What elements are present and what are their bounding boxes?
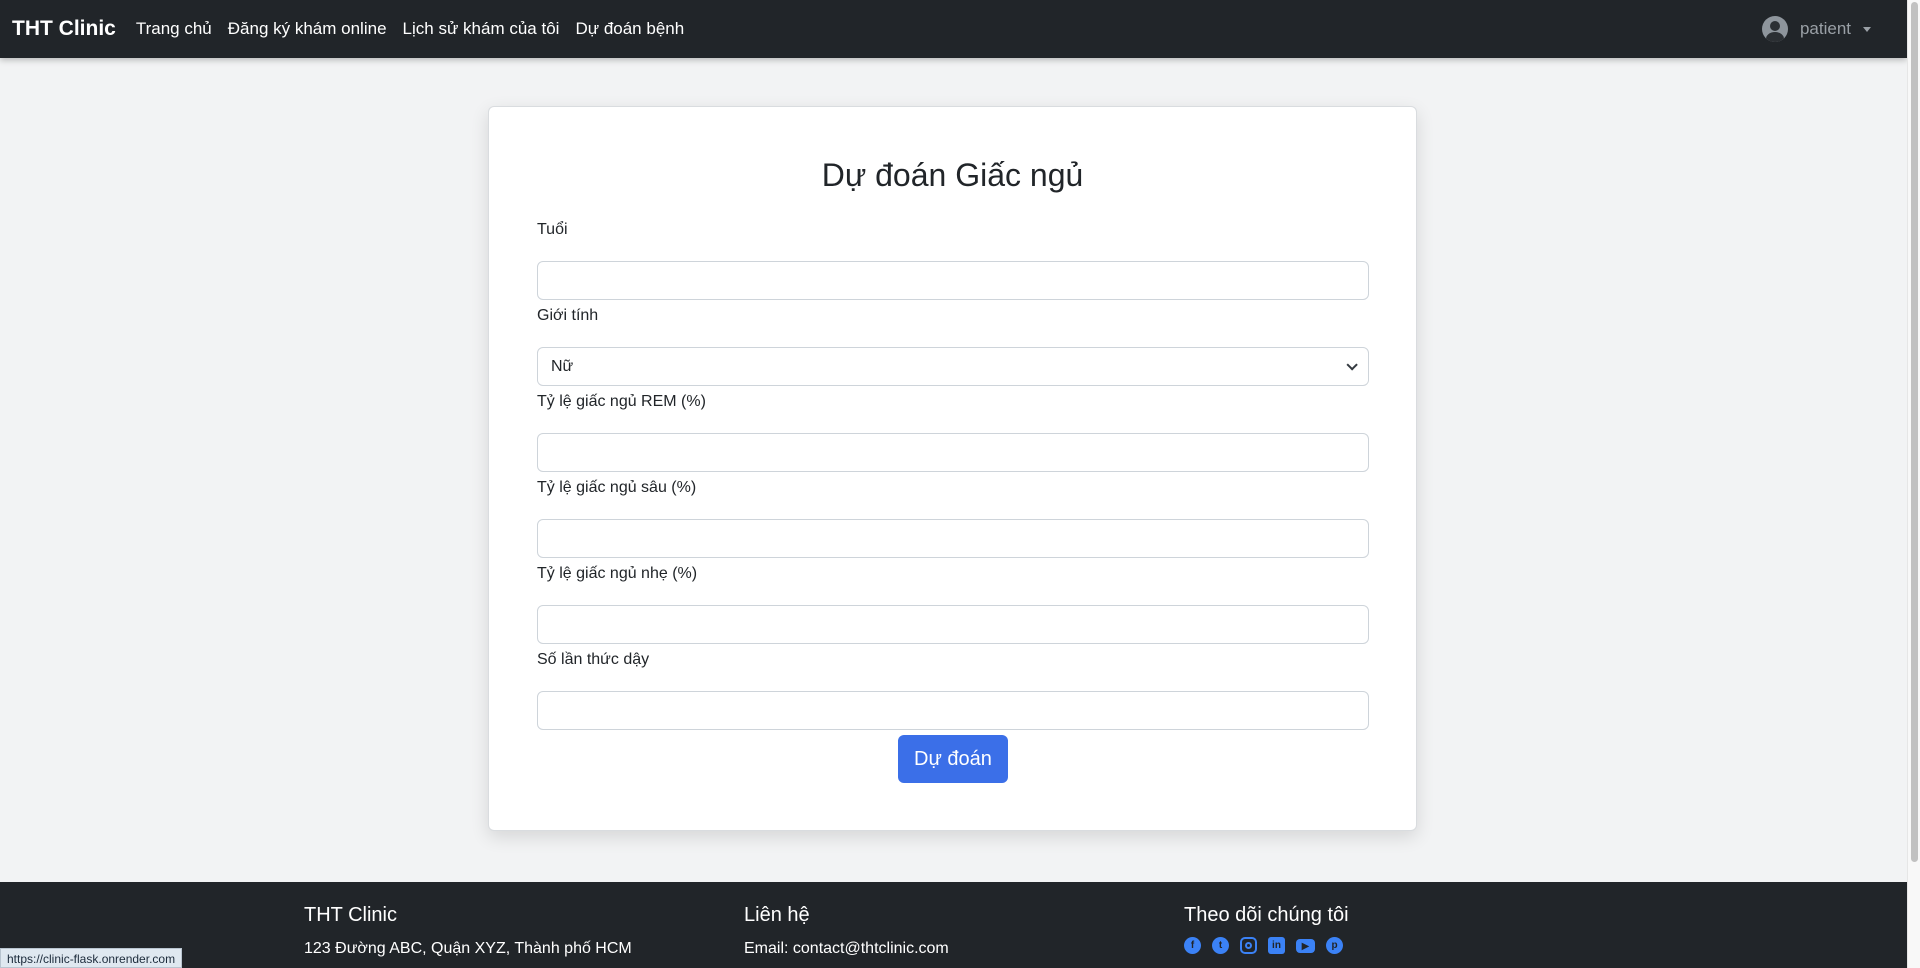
awakenings-field-group: Số lần thức dậy [537, 651, 1369, 730]
nav-link-register-online[interactable]: Đăng ký khám online [220, 19, 395, 39]
gender-select[interactable]: Nữ [537, 347, 1369, 386]
social-icons: f t in ▶ p [1184, 937, 1349, 954]
pinterest-icon[interactable]: p [1326, 937, 1343, 954]
nav-link-home[interactable]: Trang chủ [128, 19, 220, 39]
rem-field-group: Tỷ lệ giấc ngủ REM (%) [537, 393, 1369, 472]
gender-selected-value: Nữ [551, 357, 574, 375]
brand-logo[interactable]: THT Clinic [12, 17, 116, 41]
age-input[interactable] [537, 261, 1369, 300]
age-field-group: Tuổi [537, 221, 1369, 300]
user-name: patient [1799, 19, 1851, 38]
footer-col-clinic: THT Clinic 123 Đường ABC, Quận XYZ, Thàn… [304, 904, 632, 961]
footer: THT Clinic 123 Đường ABC, Quận XYZ, Thàn… [0, 882, 1907, 968]
instagram-icon[interactable] [1240, 937, 1257, 954]
awakenings-label: Số lần thức dậy [537, 651, 650, 668]
predict-button[interactable]: Dự đoán [898, 735, 1008, 783]
navbar: THT Clinic Trang chủ Đăng ký khám online… [0, 0, 1907, 58]
gender-label: Giới tính [537, 307, 599, 324]
footer-col-follow: Theo dõi chúng tôi f t in ▶ p [1184, 904, 1349, 954]
gender-field-group: Giới tính Nữ [537, 307, 1369, 386]
footer-follow-heading: Theo dõi chúng tôi [1184, 904, 1349, 926]
footer-contact-heading: Liên hệ [744, 904, 810, 926]
deep-sleep-label: Tỷ lệ giấc ngủ sâu (%) [537, 479, 697, 496]
footer-clinic-heading: THT Clinic [304, 904, 397, 926]
page-title: Dự đoán Giấc ngủ [821, 157, 1084, 193]
linkedin-icon[interactable]: in [1268, 937, 1285, 954]
footer-address: 123 Đường ABC, Quận XYZ, Thành phố HCM [304, 940, 632, 957]
scrollbar[interactable] [1907, 0, 1920, 968]
user-avatar-icon [1761, 16, 1788, 42]
footer-col-contact: Liên hệ Email: contact@thtclinic.com [744, 904, 949, 961]
facebook-icon[interactable]: f [1184, 937, 1201, 954]
deep-sleep-input[interactable] [537, 519, 1369, 558]
light-sleep-label: Tỷ lệ giấc ngủ nhẹ (%) [537, 565, 698, 582]
scrollbar-thumb[interactable] [1911, 2, 1918, 862]
nav-link-history[interactable]: Lịch sử khám của tôi [395, 19, 568, 39]
age-label: Tuổi [537, 221, 568, 238]
youtube-icon[interactable]: ▶ [1296, 939, 1315, 953]
chevron-down-icon [1346, 358, 1358, 371]
rem-label: Tỷ lệ giấc ngủ REM (%) [537, 393, 706, 410]
user-menu[interactable]: patient [1761, 0, 1871, 58]
twitter-icon[interactable]: t [1212, 937, 1229, 954]
nav-links: Trang chủ Đăng ký khám online Lịch sử kh… [128, 19, 692, 39]
nav-link-disease-prediction[interactable]: Dự đoán bệnh [567, 19, 692, 39]
rem-input[interactable] [537, 433, 1369, 472]
awakenings-input[interactable] [537, 691, 1369, 730]
status-bar-url: https://clinic-flask.onrender.com [0, 948, 183, 968]
prediction-card: Dự đoán Giấc ngủ Tuổi Giới tính Nữ Tỷ lệ… [488, 106, 1417, 831]
caret-down-icon [1863, 26, 1871, 32]
light-sleep-field-group: Tỷ lệ giấc ngủ nhẹ (%) [537, 565, 1369, 644]
deep-sleep-field-group: Tỷ lệ giấc ngủ sâu (%) [537, 479, 1369, 558]
footer-email[interactable]: Email: contact@thtclinic.com [744, 937, 949, 961]
light-sleep-input[interactable] [537, 605, 1369, 644]
